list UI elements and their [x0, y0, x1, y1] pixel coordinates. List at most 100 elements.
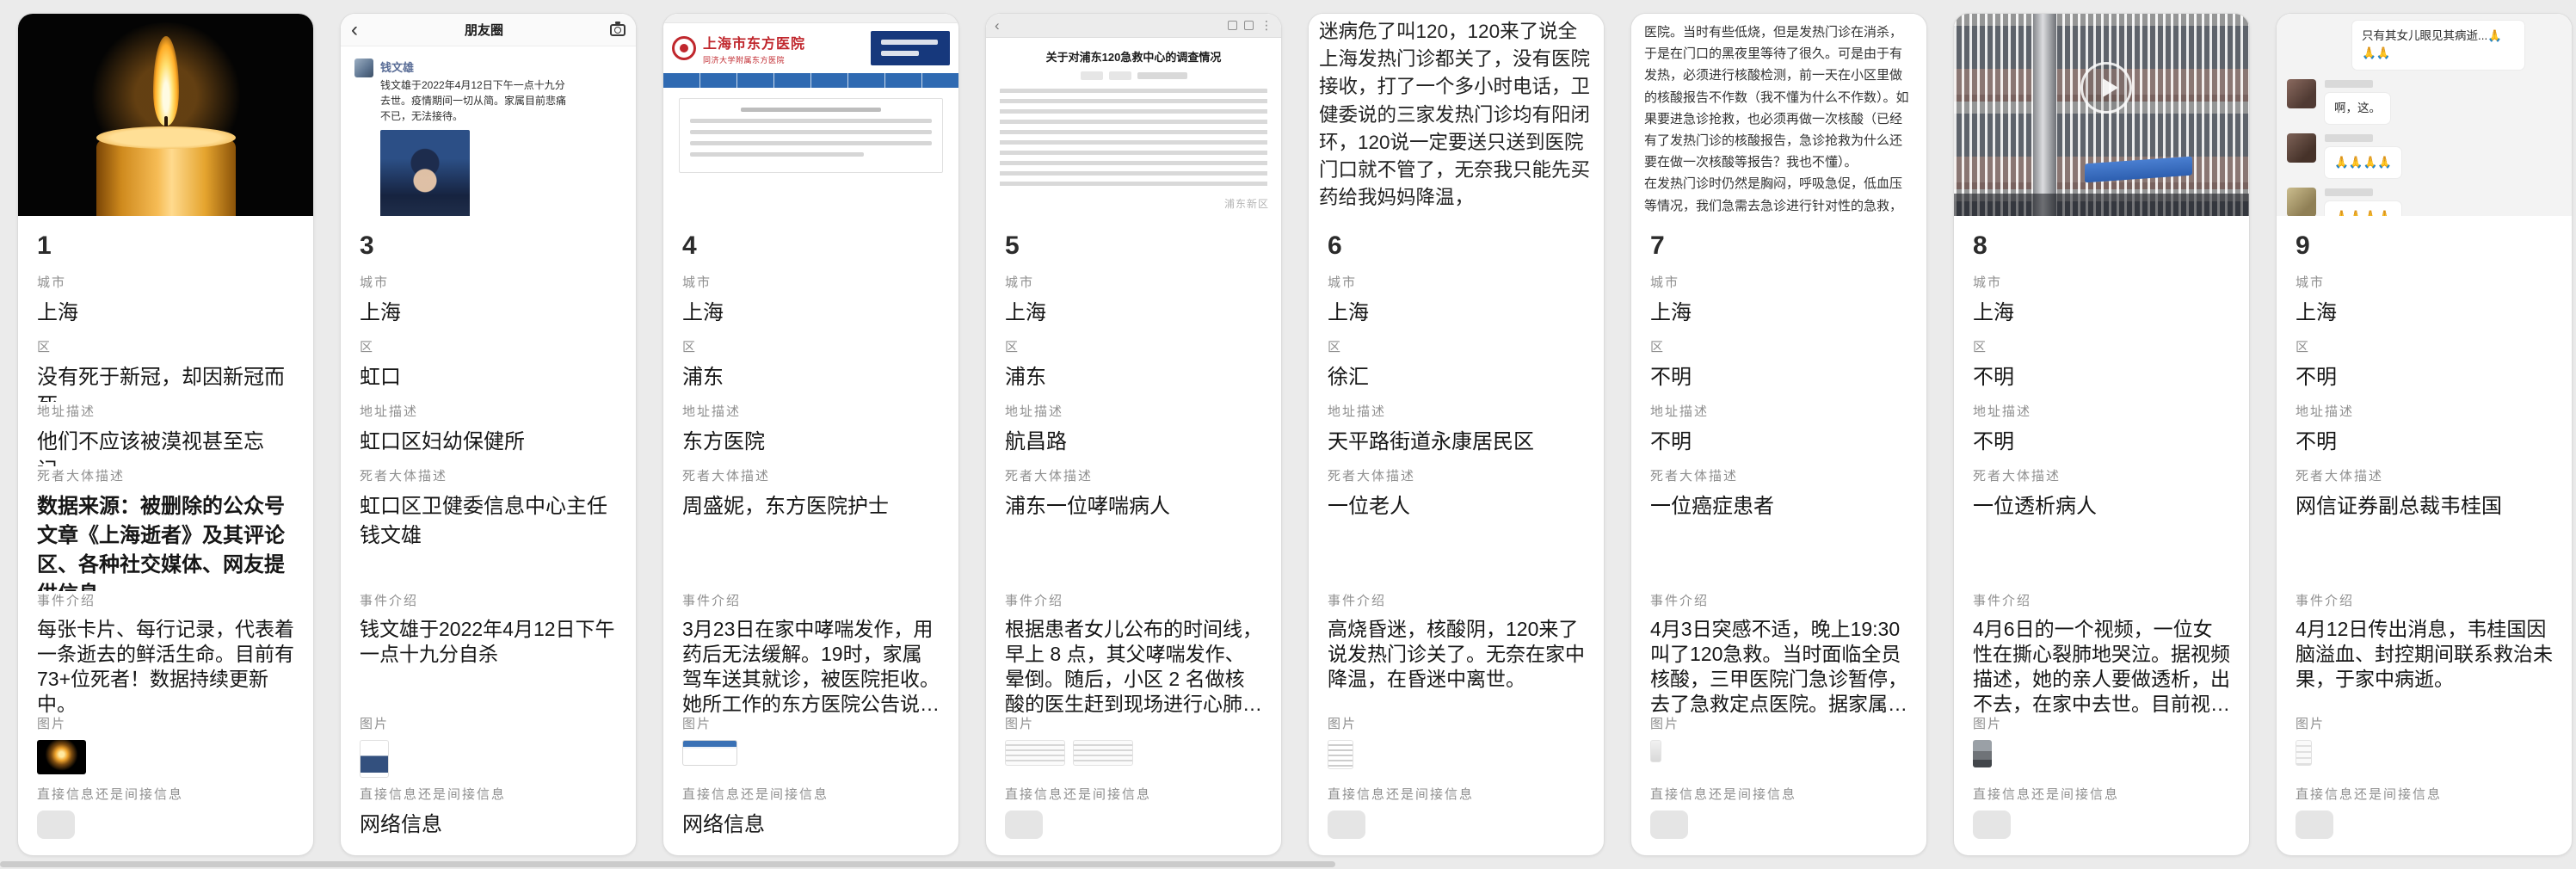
field-value-city: 上海: [2296, 299, 2553, 327]
candle-thumbnail[interactable]: [37, 740, 86, 774]
field-value-deceased: 一位癌症患者: [1650, 492, 1907, 521]
doc-thumbnail[interactable]: [1005, 740, 1065, 766]
image-thumbnails: [1328, 740, 1585, 769]
narrow-thumbnail[interactable]: [1650, 740, 1661, 762]
field-label-deceased: 死者大体描述: [2296, 466, 2553, 484]
avatar: [2287, 79, 2316, 108]
record-card[interactable]: 上海市东方医院 同济大学附属东方医院: [662, 13, 959, 856]
field-value-district: 徐汇: [1328, 363, 1585, 391]
field-value-district: 不明: [1650, 363, 1907, 391]
webpage-thumbnail[interactable]: [682, 740, 737, 766]
card-cover-image[interactable]: 迷病危了叫120，120来了说全上海发热门诊都关了，没有医院接收，打了一个多小时…: [1309, 14, 1604, 216]
wechat-post-text: 钱文雄于2022年4月12日下午一点十九分去世。疫情期间一切从简。家属目前悲痛不…: [380, 77, 575, 124]
field-deceased: 死者大体描述 浦东一位哮喘病人: [1005, 466, 1262, 591]
chat-username-blurred: [2325, 80, 2373, 88]
field-city: 城市 上海: [1005, 273, 1262, 337]
field-value-district: 浦东: [682, 363, 940, 391]
field-value-event: 3月23日在家中哮喘发作，用药后无法缓解。19时，家属驾车送其就诊，被医院拒收。…: [682, 617, 940, 714]
hospital-website-screenshot: 上海市东方医院 同济大学附属东方医院: [663, 14, 958, 216]
field-label-deceased: 死者大体描述: [682, 466, 940, 484]
horizontal-scrollbar[interactable]: [0, 861, 1335, 867]
card-cover-image[interactable]: 医院。当时有些低烧，但是发热门诊在消杀，于是在门口的黑夜里等待了很久。可是由于有…: [1631, 14, 1926, 216]
field-value-district: 不明: [2296, 363, 2553, 391]
field-label-district: 区: [1005, 337, 1262, 355]
record-card[interactable]: 只有其女儿眼见其病逝...🙏🙏🙏 啊，这。 🙏🙏🙏🙏 🙏🙏🙏🙏: [2276, 13, 2573, 856]
field-images: 图片: [1973, 714, 2230, 785]
back-chevron-icon: ‹: [995, 18, 1000, 33]
textshot-thumbnail[interactable]: [1328, 740, 1353, 769]
field-label-images: 图片: [2296, 714, 2553, 732]
card-cover-image[interactable]: 上海市东方医院 同济大学附属东方医院: [663, 14, 958, 216]
record-card[interactable]: 1 城市 上海 区 没有死于新冠，却因新冠而死 地址描述 他们不应该被漠视甚至忘…: [17, 13, 314, 856]
building-thumbnail[interactable]: [1973, 740, 1992, 767]
record-card[interactable]: 医院。当时有些低烧，但是发热门诊在消杀，于是在门口的黑夜里等待了很久。可是由于有…: [1630, 13, 1927, 856]
field-label-event: 事件介绍: [1005, 591, 1262, 609]
field-value-deceased: 网信证券副总裁韦桂国: [2296, 492, 2553, 521]
field-city: 城市 上海: [682, 273, 940, 337]
field-event: 事件介绍 4月6日的一个视频，一位女性在撕心裂肺地哭泣。据视频描述，她的亲人要做…: [1973, 591, 2230, 714]
field-label-event: 事件介绍: [1650, 591, 1907, 609]
field-district: 区 没有死于新冠，却因新冠而死: [37, 337, 294, 402]
field-direct-or-indirect: 直接信息还是间接信息: [1005, 785, 1262, 839]
field-city: 城市 上海: [1650, 273, 1907, 337]
candle-photo: [18, 14, 313, 216]
field-value-direct: [1005, 810, 1043, 839]
field-deceased: 死者大体描述 一位老人: [1328, 466, 1585, 591]
field-address: 地址描述 不明: [1973, 402, 2230, 466]
chat-bubble: 🙏🙏🙏🙏: [2325, 201, 2401, 216]
field-address: 地址描述 不明: [2296, 402, 2553, 466]
image-thumbnails: [682, 740, 940, 766]
record-card[interactable]: 8 城市 上海 区 不明 地址描述 不明 死者大体描述 一位透析病人 事件介绍 …: [1953, 13, 2250, 856]
field-value-event: 4月3日突感不适，晚上19:30叫了120急救。当时面临全员核酸，三甲医院门急诊…: [1650, 617, 1907, 714]
field-value-event: 4月6日的一个视频，一位女性在撕心裂肺地哭泣。据视频描述，她的亲人要做透析，出不…: [1973, 617, 2230, 714]
field-label-address: 地址描述: [360, 402, 617, 420]
field-district: 区 徐汇: [1328, 337, 1585, 402]
field-event: 事件介绍 4月3日突感不适，晚上19:30叫了120急救。当时面临全员核酸，三甲…: [1650, 591, 1907, 714]
field-label-district: 区: [37, 337, 294, 355]
avatar: [2287, 133, 2316, 163]
field-district: 区 虹口: [360, 337, 617, 402]
field-label-deceased: 死者大体描述: [37, 466, 294, 484]
field-label-images: 图片: [1328, 714, 1585, 732]
field-event: 事件介绍 4月12日传出消息，韦桂国因脑溢血、封控期间联系救治未果，于家中病逝。: [2296, 591, 2553, 714]
field-label-deceased: 死者大体描述: [1973, 466, 2230, 484]
wechat-topbar: ‹ 朋友圈: [341, 14, 636, 46]
wechat-moments-title: 朋友圈: [358, 21, 610, 39]
card-cover-image[interactable]: ‹ ⋮ 关于对浦东120急救中心的调查情况 浦东新区: [986, 14, 1281, 216]
field-address: 地址描述 航昌路: [1005, 402, 1262, 466]
field-label-district: 区: [1973, 337, 2230, 355]
field-city: 城市 上海: [1973, 273, 2230, 337]
document-toolbar: ‹ ⋮: [986, 14, 1281, 38]
field-label-deceased: 死者大体描述: [1005, 466, 1262, 484]
camera-icon: [610, 24, 626, 36]
chatshot-thumbnail[interactable]: [2296, 740, 2312, 766]
field-direct-or-indirect: 直接信息还是间接信息: [2296, 785, 2553, 839]
hospital-subtitle: 同济大学附属东方医院: [703, 54, 871, 65]
field-value-city: 上海: [682, 299, 940, 327]
field-label-event: 事件介绍: [37, 591, 294, 609]
moments-thumbnail[interactable]: [360, 740, 389, 778]
avatar: [354, 59, 373, 77]
record-card[interactable]: ‹ ⋮ 关于对浦东120急救中心的调查情况 浦东新区: [985, 13, 1282, 856]
toolbar-icon: [1244, 21, 1254, 30]
cards-row: 1 城市 上海 区 没有死于新冠，却因新冠而死 地址描述 他们不应该被漠视甚至忘…: [17, 13, 2573, 856]
field-label-deceased: 死者大体描述: [1650, 466, 1907, 484]
field-label-city: 城市: [2296, 273, 2553, 291]
chat-bubble: 啊，这。: [2325, 93, 2390, 124]
doc-thumbnail[interactable]: [1073, 740, 1133, 766]
card-cover-image[interactable]: ‹ 朋友圈 钱文雄 钱文雄于2022年4月12日下午一点十九分去世。疫情期间一切…: [341, 14, 636, 216]
card-cover-image[interactable]: [18, 14, 313, 216]
card-cover-image[interactable]: [1954, 14, 2249, 216]
record-card[interactable]: 迷病危了叫120，120来了说全上海发热门诊都关了，没有医院接收，打了一个多小时…: [1308, 13, 1605, 856]
field-value-direct: 网络信息: [682, 810, 940, 839]
record-card[interactable]: ‹ 朋友圈 钱文雄 钱文雄于2022年4月12日下午一点十九分去世。疫情期间一切…: [340, 13, 637, 856]
field-deceased: 死者大体描述 网信证券副总裁韦桂国: [2296, 466, 2553, 591]
card-cover-image[interactable]: 只有其女儿眼见其病逝...🙏🙏🙏 啊，这。 🙏🙏🙏🙏 🙏🙏🙏🙏: [2277, 14, 2572, 216]
field-value-direct: [1328, 810, 1365, 839]
field-value-deceased: 虹口区卫健委信息中心主任钱文雄: [360, 492, 617, 551]
field-deceased: 死者大体描述 周盛妮，东方医院护士: [682, 466, 940, 591]
field-images: 图片: [1005, 714, 1262, 785]
field-value-city: 上海: [1005, 299, 1262, 327]
pole: [2033, 14, 2056, 216]
field-label-district: 区: [2296, 337, 2553, 355]
